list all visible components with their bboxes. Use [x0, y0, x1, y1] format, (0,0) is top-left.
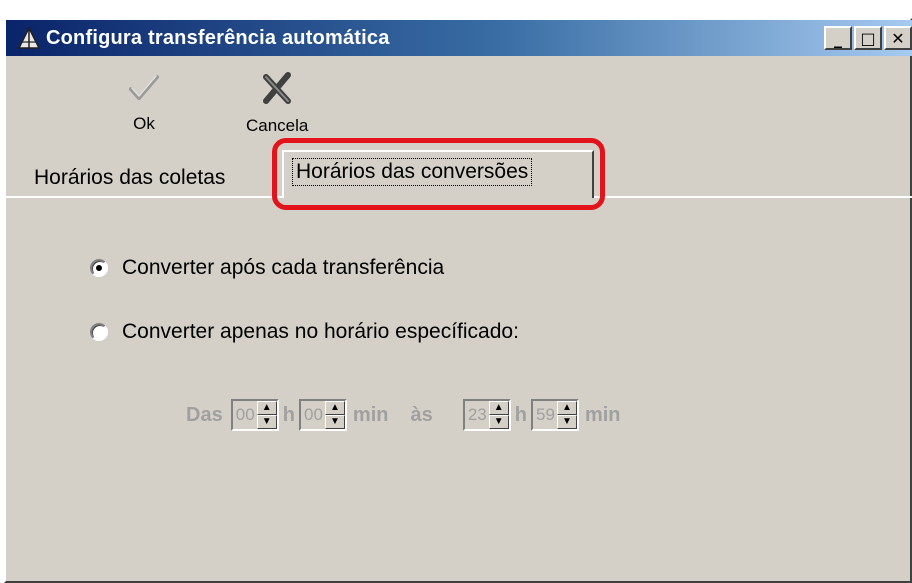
radio-selected-icon[interactable]: [90, 259, 108, 277]
cancel-button[interactable]: Cancela: [246, 68, 308, 136]
tab-conversoes[interactable]: Horários das conversões: [282, 150, 594, 198]
tab-coletas[interactable]: Horários das coletas: [28, 162, 232, 194]
radio-after-each[interactable]: Converter após cada transferência: [90, 256, 444, 280]
to-label: às: [410, 403, 433, 426]
cancel-label: Cancela: [246, 116, 309, 135]
spin-down-icon[interactable]: ▼: [556, 415, 577, 429]
cancel-x-icon: [257, 68, 297, 108]
to-min-spinner[interactable]: 59 ▲ ▼: [530, 399, 579, 431]
radio-specific-time-label: Converter apenas no horário específicado…: [122, 320, 519, 343]
hour-unit-label: h: [282, 403, 295, 426]
close-button[interactable]: ✕: [884, 26, 912, 50]
min-unit-label-2: min: [584, 403, 621, 426]
hour-unit-label-2: h: [514, 403, 527, 426]
spin-down-icon[interactable]: ▼: [256, 415, 277, 429]
from-min-value[interactable]: 00: [301, 401, 325, 429]
from-hour-spinner[interactable]: 00 ▲ ▼: [230, 399, 279, 431]
to-min-value[interactable]: 59: [533, 401, 557, 429]
app-icon: [14, 23, 44, 53]
from-min-spinner[interactable]: 00 ▲ ▼: [298, 399, 347, 431]
min-unit-label: min: [352, 403, 389, 426]
title-bar[interactable]: Configura transferência automática _ □ ✕: [6, 20, 912, 56]
checkmark-icon: [124, 68, 164, 108]
minimize-icon: _: [834, 28, 842, 48]
maximize-icon: □: [860, 28, 876, 48]
spin-up-icon[interactable]: ▲: [556, 401, 577, 415]
ok-button[interactable]: Ok: [124, 68, 164, 134]
from-hour-value[interactable]: 00: [233, 401, 257, 429]
from-label: Das: [186, 403, 223, 426]
window-title: Configura transferência automática: [46, 26, 390, 49]
spin-down-icon[interactable]: ▼: [488, 415, 509, 429]
close-icon: ✕: [891, 28, 905, 48]
spin-up-icon[interactable]: ▲: [324, 401, 345, 415]
spin-down-icon[interactable]: ▼: [324, 415, 345, 429]
spin-up-icon[interactable]: ▲: [256, 401, 277, 415]
time-range-row: Das 00 ▲ ▼ h 00 ▲ ▼ min às 23 ▲ ▼ h 59 ▲…: [186, 399, 621, 431]
spin-up-icon[interactable]: ▲: [488, 401, 509, 415]
tab-coletas-label: Horários das coletas: [34, 166, 226, 189]
to-hour-spinner[interactable]: 23 ▲ ▼: [462, 399, 511, 431]
tab-conversoes-label: Horários das conversões: [292, 158, 533, 186]
minimize-button[interactable]: _: [824, 26, 852, 50]
radio-specific-time[interactable]: Converter apenas no horário específicado…: [90, 320, 519, 344]
radio-unselected-icon[interactable]: [90, 323, 108, 341]
ok-label: Ok: [133, 114, 155, 133]
radio-after-each-label: Converter após cada transferência: [122, 256, 445, 279]
to-hour-value[interactable]: 23: [465, 401, 489, 429]
maximize-button[interactable]: □: [854, 26, 882, 50]
